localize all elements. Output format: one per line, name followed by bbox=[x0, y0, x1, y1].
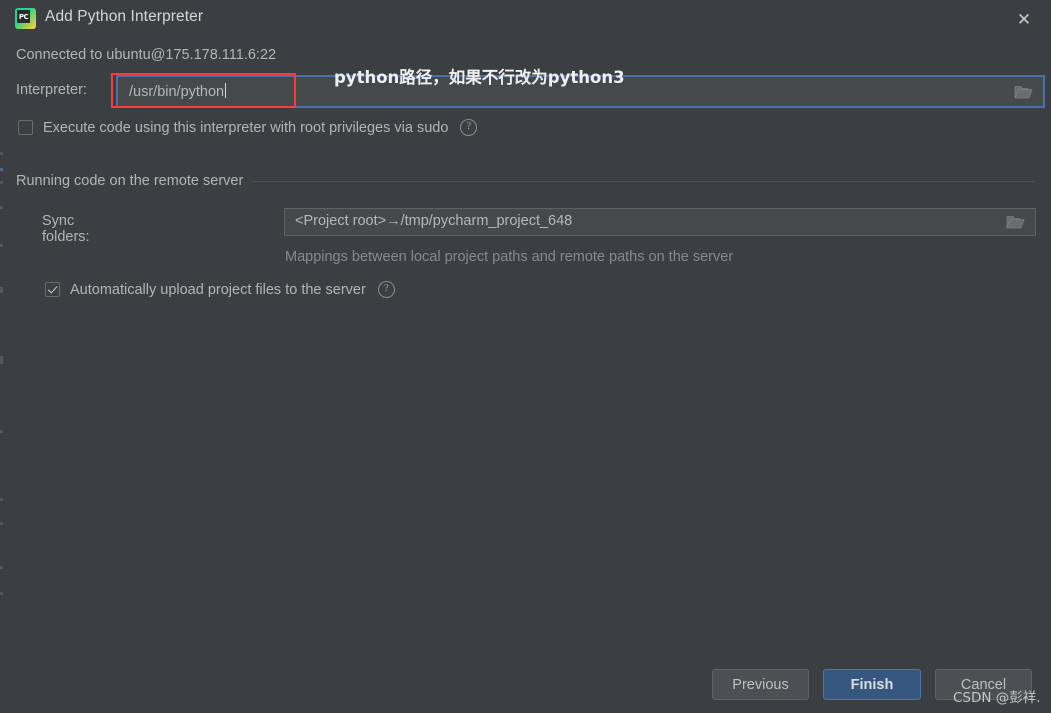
remote-section-title: Running code on the remote server bbox=[16, 173, 244, 189]
auto-upload-checkbox[interactable] bbox=[45, 282, 60, 297]
previous-button[interactable]: Previous bbox=[712, 669, 809, 700]
add-python-interpreter-dialog: PC Add Python Interpreter ✕ Connected to… bbox=[0, 0, 1051, 713]
annotation-text: python路径，如果不行改为python3 bbox=[334, 68, 625, 87]
help-icon[interactable]: ? bbox=[460, 119, 478, 136]
sync-folders-hint: Mappings between local project paths and… bbox=[285, 249, 734, 265]
sync-folders-input[interactable]: <Project root>→/tmp/pycharm_project_648 bbox=[284, 208, 1036, 236]
interpreter-input-value: /usr/bin/python bbox=[129, 83, 227, 100]
auto-upload-checkbox-label: Automatically upload project files to th… bbox=[70, 281, 366, 298]
edge-artifacts bbox=[0, 0, 4, 713]
cancel-button[interactable]: Cancel bbox=[935, 669, 1032, 700]
window-title: Add Python Interpreter bbox=[45, 8, 204, 25]
sync-folders-value: <Project root>→/tmp/pycharm_project_648 bbox=[295, 213, 573, 229]
help-icon[interactable]: ? bbox=[377, 281, 395, 298]
folder-icon[interactable] bbox=[1014, 84, 1033, 99]
close-icon[interactable]: ✕ bbox=[1009, 6, 1039, 32]
sudo-checkbox-label: Execute code using this interpreter with… bbox=[43, 119, 449, 136]
text-caret bbox=[225, 83, 227, 98]
section-divider bbox=[252, 180, 1035, 182]
interpreter-label: Interpreter: bbox=[16, 82, 87, 98]
sudo-checkbox[interactable] bbox=[18, 120, 33, 135]
remote-section-header: Running code on the remote server bbox=[16, 173, 1035, 189]
title-bar: PC Add Python Interpreter ✕ bbox=[0, 0, 1051, 38]
dialog-button-bar: Previous Finish Cancel bbox=[0, 669, 1051, 713]
pycharm-icon: PC bbox=[15, 8, 36, 29]
auto-upload-checkbox-row[interactable]: Automatically upload project files to th… bbox=[45, 281, 395, 298]
connection-status: Connected to ubuntu@175.178.111.6:22 bbox=[16, 47, 277, 63]
finish-button[interactable]: Finish bbox=[823, 669, 921, 700]
sync-folders-label: Sync folders: bbox=[42, 213, 90, 245]
folder-icon[interactable] bbox=[1006, 215, 1025, 230]
pycharm-icon-badge: PC bbox=[17, 10, 30, 23]
sudo-checkbox-row[interactable]: Execute code using this interpreter with… bbox=[18, 119, 478, 136]
